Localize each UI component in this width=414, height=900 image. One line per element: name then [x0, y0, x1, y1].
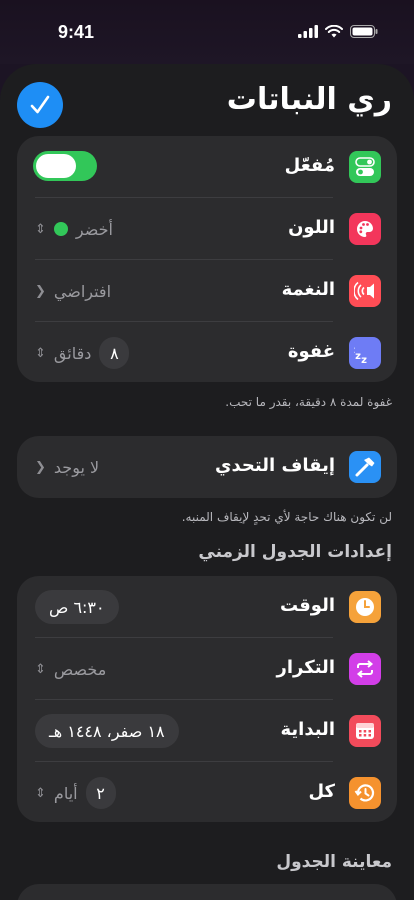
color-row[interactable]: اللون أخضر ⇕	[17, 198, 397, 260]
toggle-icon	[349, 151, 381, 183]
palette-icon	[349, 213, 381, 245]
start-row[interactable]: البداية ١٨ صفر، ١٤٤٨ هـ	[17, 700, 397, 762]
chevron-up-down-icon: ⇕	[35, 785, 46, 801]
chevron-up-down-icon: ⇕	[35, 345, 46, 361]
status-icons	[298, 25, 378, 38]
challenge-group: إيقاف التحدي لا يوجد ❮	[17, 436, 397, 498]
preview-group	[17, 884, 397, 900]
signal-icon	[298, 25, 318, 38]
challenge-value[interactable]: لا يوجد ❮	[35, 436, 99, 498]
time-label: الوقت	[279, 595, 335, 616]
challenge-value-text: لا يوجد	[53, 457, 100, 477]
every-row[interactable]: كل ٢ أيام ⇕	[17, 762, 397, 824]
status-time: 9:41	[58, 22, 95, 42]
chevron-left-icon: ❮	[35, 459, 46, 475]
repeat-row[interactable]: التكرار مخصص ⇕	[17, 638, 397, 700]
challenge-label: إيقاف التحدي	[215, 455, 335, 476]
repeat-icon	[349, 653, 381, 685]
enabled-row: مُفعّل	[17, 136, 397, 198]
time-row[interactable]: الوقت ٦:٣٠ ص	[17, 576, 397, 638]
color-dot	[53, 222, 68, 236]
snooze-footer: غفوة لمدة ٨ دقيقة، بقدر ما تحب.	[225, 395, 392, 409]
tone-label: النغمة	[281, 279, 335, 300]
alarm-settings-group: مُفعّل اللون أخضر ⇕ النغمة افتراضي ❮ z z…	[17, 136, 397, 382]
every-label: كل	[308, 781, 335, 802]
every-value[interactable]: ٢ أيام ⇕	[35, 762, 116, 824]
repeat-label: التكرار	[276, 657, 335, 678]
schedule-header: إعدادات الجدول الزمني	[198, 542, 392, 562]
time-value[interactable]: ٦:٣٠ ص	[35, 576, 119, 638]
chevron-left-icon: ❮	[35, 283, 46, 299]
every-unit: أيام	[53, 783, 78, 803]
challenge-row[interactable]: إيقاف التحدي لا يوجد ❮	[17, 436, 397, 498]
battery-icon	[350, 25, 378, 38]
chevron-up-down-icon: ⇕	[35, 221, 46, 237]
alarm-sheet: ري النباتات مُفعّل اللون أخضر ⇕ النغمة ا…	[0, 64, 414, 900]
wifi-icon	[325, 25, 343, 38]
tone-row[interactable]: النغمة افتراضي ❮	[17, 260, 397, 322]
schedule-group: الوقت ٦:٣٠ ص التكرار مخصص ⇕ البداية ١٨ ص…	[17, 576, 397, 822]
svg-text:z: z	[361, 355, 367, 364]
calendar-icon	[349, 715, 381, 747]
speaker-icon	[349, 275, 381, 307]
snooze-row[interactable]: z z z غفوة ٨ دقائق ⇕	[17, 322, 397, 384]
color-label: اللون	[288, 217, 335, 238]
hammer-icon	[349, 451, 381, 483]
history-icon	[349, 777, 381, 809]
enabled-label: مُفعّل	[284, 155, 335, 176]
repeat-value[interactable]: مخصص ⇕	[35, 638, 106, 700]
tone-value-text: افتراضي	[53, 281, 112, 301]
enabled-toggle[interactable]	[33, 151, 97, 181]
time-pill[interactable]: ٦:٣٠ ص	[35, 590, 119, 624]
chevron-up-down-icon: ⇕	[35, 661, 46, 677]
zzz-icon: z z z	[349, 337, 381, 369]
page-title: ري النباتات	[226, 82, 392, 117]
snooze-unit: دقائق	[53, 343, 92, 363]
snooze-label: غفوة	[287, 341, 335, 362]
challenge-footer: لن تكون هناك حاجة لأي تحدٍ لإيقاف المنبه…	[181, 510, 392, 524]
snooze-number[interactable]: ٨	[99, 337, 130, 369]
color-value[interactable]: أخضر ⇕	[35, 198, 113, 260]
repeat-value-text: مخصص	[53, 659, 107, 679]
status-bar: 9:41	[0, 0, 414, 64]
done-button[interactable]	[17, 82, 63, 128]
toggle-knob	[36, 154, 76, 178]
preview-header: معاينة الجدول	[276, 852, 392, 872]
start-value[interactable]: ١٨ صفر، ١٤٤٨ هـ	[35, 700, 179, 762]
clock-icon	[349, 591, 381, 623]
color-value-text: أخضر	[75, 219, 113, 239]
checkmark-icon	[30, 95, 50, 114]
tone-value[interactable]: افتراضي ❮	[35, 260, 111, 322]
start-label: البداية	[280, 719, 335, 740]
every-number[interactable]: ٢	[85, 777, 116, 809]
snooze-value[interactable]: ٨ دقائق ⇕	[35, 322, 130, 384]
start-date-pill[interactable]: ١٨ صفر، ١٤٤٨ هـ	[35, 714, 179, 748]
